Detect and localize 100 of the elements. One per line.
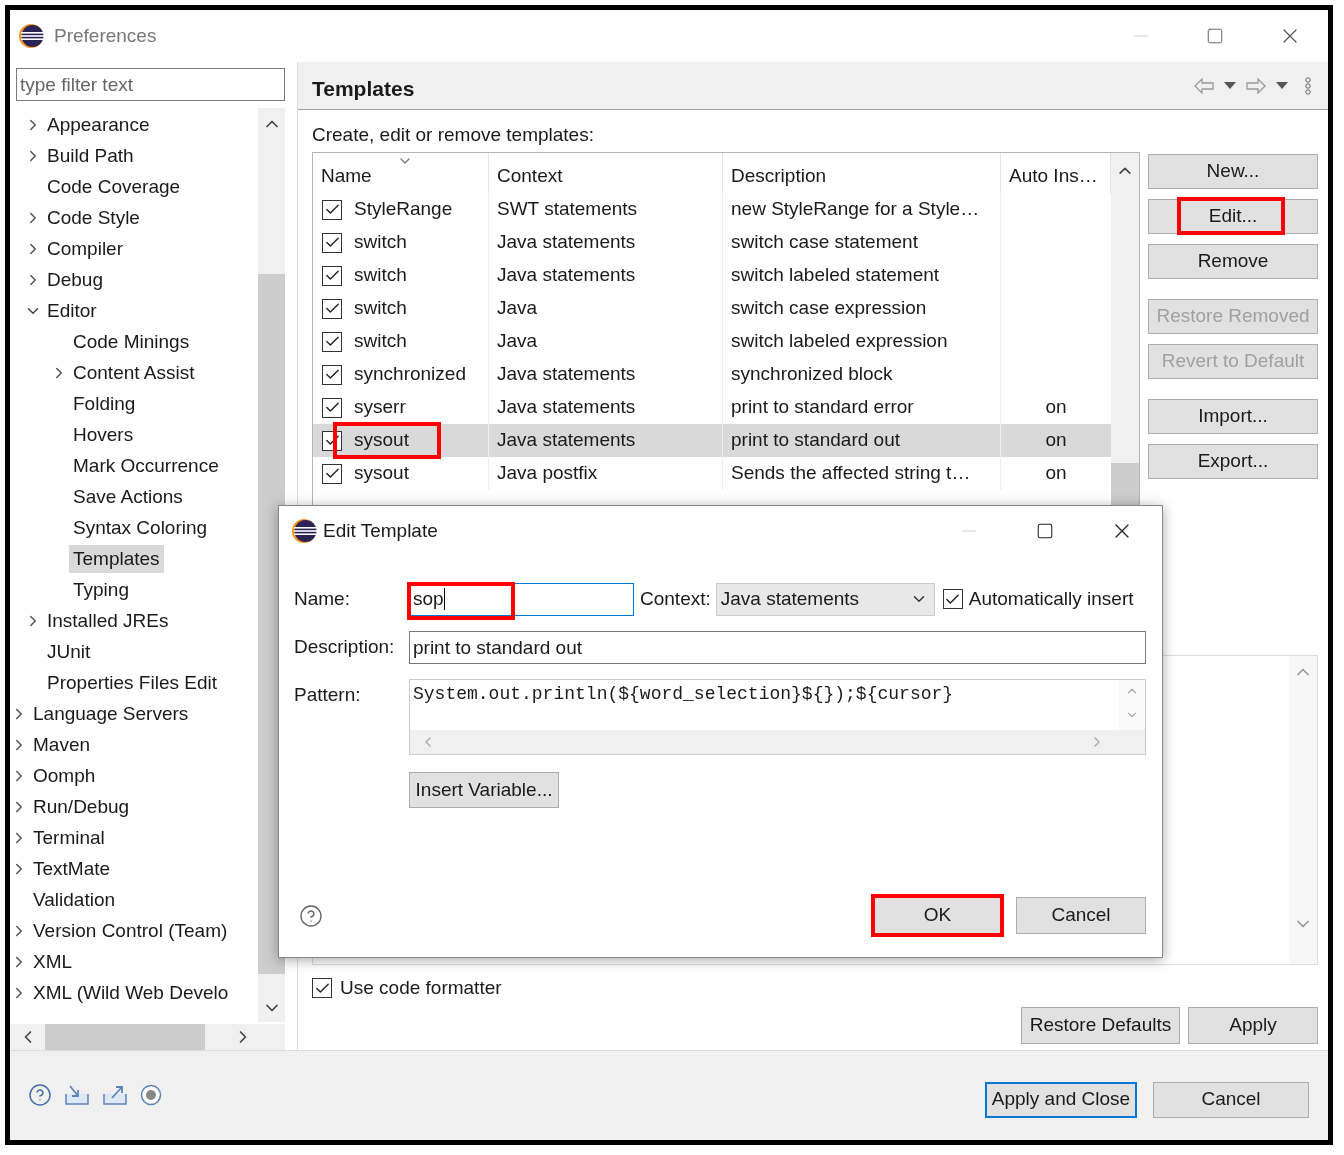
help-icon[interactable] bbox=[28, 1082, 52, 1107]
help-icon[interactable] bbox=[299, 903, 323, 928]
table-cell-text: switch labeled statement bbox=[731, 263, 940, 288]
checkbox[interactable] bbox=[322, 397, 342, 418]
checkbox[interactable] bbox=[322, 463, 342, 484]
table-cell-text: synchronized bbox=[354, 362, 466, 387]
side-button[interactable]: Export... bbox=[1148, 444, 1318, 479]
dialog-button[interactable]: Cancel bbox=[1016, 897, 1146, 934]
page-button[interactable]: Restore Defaults bbox=[1021, 1007, 1180, 1044]
table-row[interactable]: switch Java statements switch case statement bbox=[313, 226, 1111, 259]
tree-item[interactable]: Compiler bbox=[43, 234, 128, 263]
scrollbar-thumb[interactable] bbox=[45, 1024, 205, 1050]
dialog-button[interactable]: OK bbox=[874, 897, 1001, 934]
page-button[interactable]: Apply bbox=[1188, 1007, 1318, 1044]
pattern-editor[interactable]: System.out.println(${word_selection}${});${cursor} bbox=[409, 679, 1146, 755]
side-button[interactable]: Edit... bbox=[1148, 199, 1318, 234]
footer-button[interactable]: Apply and Close bbox=[985, 1081, 1137, 1118]
dropdown-icon[interactable] bbox=[1224, 81, 1236, 90]
checkbox[interactable] bbox=[322, 331, 342, 352]
table-row[interactable]: sysout Java postfix Sends the affected string t… on bbox=[313, 457, 1111, 490]
context-dropdown[interactable]: Java statements bbox=[715, 582, 935, 616]
tree-item[interactable]: Oomph bbox=[29, 761, 100, 790]
column-header[interactable]: Name bbox=[313, 153, 489, 193]
side-button[interactable]: Import... bbox=[1148, 399, 1318, 434]
tree-item[interactable]: Editor bbox=[43, 296, 101, 325]
table-cell-text: on bbox=[1045, 395, 1067, 420]
window-title: Preferences bbox=[54, 23, 157, 48]
checkbox[interactable] bbox=[312, 978, 332, 998]
tree-item[interactable]: TextMate bbox=[29, 854, 115, 883]
maximize-icon[interactable] bbox=[1036, 522, 1054, 540]
export-icon[interactable] bbox=[102, 1083, 128, 1106]
checkbox[interactable] bbox=[322, 232, 342, 253]
tree-item[interactable]: Validation bbox=[29, 885, 120, 914]
table-cell-text: Java statements bbox=[497, 263, 636, 288]
tree-item[interactable]: Language Servers bbox=[29, 699, 193, 728]
field-label: Description: bbox=[294, 635, 396, 660]
table-cell-text: print to standard error bbox=[731, 395, 914, 420]
tree-item[interactable]: Maven bbox=[29, 730, 95, 759]
more-icon[interactable] bbox=[1304, 76, 1312, 95]
tree-item[interactable]: Typing bbox=[69, 575, 133, 604]
record-icon[interactable] bbox=[140, 1083, 162, 1106]
checkbox[interactable] bbox=[322, 364, 342, 385]
tree-item[interactable]: Version Control (Team) bbox=[29, 916, 232, 945]
checkbox[interactable] bbox=[942, 589, 963, 609]
tree-item[interactable]: Folding bbox=[69, 389, 140, 418]
tree-item[interactable]: Mark Occurrence bbox=[69, 451, 223, 480]
tree-item[interactable]: Syntax Coloring bbox=[69, 513, 212, 542]
eclipse-logo bbox=[291, 518, 317, 544]
tree-item[interactable]: JUnit bbox=[43, 637, 95, 666]
checkbox[interactable] bbox=[322, 298, 342, 319]
tree-item[interactable]: Hovers bbox=[69, 420, 138, 449]
tree-item[interactable]: Code Coverage bbox=[43, 172, 185, 201]
checkbox-label: Use code formatter bbox=[340, 975, 502, 1000]
import-icon[interactable] bbox=[64, 1083, 90, 1106]
table-cell-text: Java bbox=[497, 329, 538, 354]
filter-field[interactable]: type filter text bbox=[16, 68, 285, 101]
tree-item[interactable]: Properties Files Edit bbox=[43, 668, 221, 697]
table-row[interactable]: StyleRange SWT statements new StyleRange for a Style… bbox=[313, 193, 1111, 226]
tree-item[interactable]: Run/Debug bbox=[29, 792, 134, 821]
table-row[interactable]: sysout Java statements print to standard out on bbox=[313, 424, 1111, 457]
tree-item[interactable]: XML bbox=[29, 947, 77, 976]
tree-item[interactable]: Save Actions bbox=[69, 482, 187, 511]
field-label: Name: bbox=[294, 586, 351, 611]
insert-variable-button[interactable]: Insert Variable... bbox=[409, 772, 559, 808]
eclipse-logo bbox=[18, 23, 44, 49]
table-row[interactable]: switch Java switch labeled expression bbox=[313, 325, 1111, 358]
table-cell-text: switch case statement bbox=[731, 230, 918, 255]
tree-item[interactable]: Build Path bbox=[43, 141, 138, 170]
tree-item[interactable]: Code Minings bbox=[69, 327, 194, 356]
table-cell-text: print to standard out bbox=[731, 428, 900, 453]
table-cell-text: StyleRange bbox=[354, 197, 453, 222]
checkbox[interactable] bbox=[322, 199, 342, 220]
side-button[interactable]: New... bbox=[1148, 154, 1318, 189]
table-cell-text: Java statements bbox=[497, 230, 636, 255]
tree-item[interactable]: XML (Wild Web Develo bbox=[29, 978, 233, 1007]
dialog-title: Edit Template bbox=[323, 518, 438, 543]
field-value: sop bbox=[413, 586, 444, 611]
tree-item[interactable]: Debug bbox=[43, 265, 107, 294]
tree-item[interactable]: Code Style bbox=[43, 203, 144, 232]
page-subtitle: Create, edit or remove templates: bbox=[312, 123, 595, 147]
description-field[interactable]: print to standard out bbox=[409, 631, 1146, 664]
table-cell-text: new StyleRange for a Style… bbox=[731, 197, 980, 222]
side-button[interactable]: Remove bbox=[1148, 244, 1318, 279]
column-header[interactable]: Context bbox=[489, 153, 723, 193]
table-cell-text: switch case expression bbox=[731, 296, 927, 321]
column-header[interactable]: Description bbox=[723, 153, 1001, 193]
table-cell-text: sysout bbox=[354, 428, 409, 453]
checkbox[interactable] bbox=[322, 265, 342, 286]
table-row[interactable]: synchronized Java statements synchronized block bbox=[313, 358, 1111, 391]
tree-item[interactable]: Templates bbox=[69, 544, 164, 573]
table-cell-text: switch labeled expression bbox=[731, 329, 948, 354]
tree-item[interactable]: Content Assist bbox=[69, 358, 199, 387]
footer-button[interactable]: Cancel bbox=[1153, 1081, 1309, 1118]
tree-item[interactable]: Appearance bbox=[43, 110, 154, 139]
table-row[interactable]: switch Java switch case expression bbox=[313, 292, 1111, 325]
tree-item[interactable]: Installed JREs bbox=[43, 606, 173, 635]
table-cell-text: Java postfix bbox=[497, 461, 598, 486]
tree-item[interactable]: Terminal bbox=[29, 823, 109, 852]
table-row[interactable]: switch Java statements switch labeled statement bbox=[313, 259, 1111, 292]
dropdown-icon[interactable] bbox=[1276, 81, 1288, 90]
